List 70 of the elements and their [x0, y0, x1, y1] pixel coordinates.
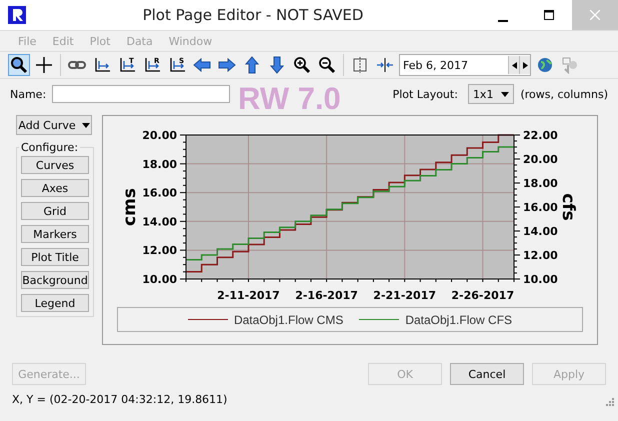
next-button[interactable] — [519, 56, 530, 74]
legend-label: DataObj1.Flow CMS — [234, 312, 344, 326]
axes-icon — [93, 56, 111, 74]
axis-label: 16.00 — [523, 201, 558, 214]
date-field[interactable]: Feb 6, 2017 — [399, 54, 531, 76]
configure-button[interactable]: Markers — [21, 225, 89, 243]
left-triangle-icon — [512, 62, 516, 68]
up-arrow-icon — [243, 56, 261, 74]
axis-label: 14.00 — [523, 225, 558, 238]
axis-label: 20.00 — [523, 153, 558, 166]
configure-button[interactable]: Background — [21, 271, 89, 289]
axis-label: 18.00 — [142, 158, 177, 171]
axis-label: 2-21-2017 — [373, 289, 436, 302]
add-curve-button[interactable]: Add Curve — [16, 115, 92, 135]
configure-button[interactable]: Plot Title — [21, 248, 89, 266]
toolbar-button[interactable] — [316, 54, 338, 76]
down-arrow-icon — [268, 56, 286, 74]
right-arrow-icon — [218, 56, 236, 74]
legend-label: DataObj1.Flow CFS — [405, 312, 512, 326]
dropdown-arrow-icon — [82, 122, 90, 128]
window-title: Plot Page Editor - NOT SAVED — [142, 6, 364, 24]
previous-button[interactable] — [508, 56, 519, 74]
configure-button[interactable]: Curves — [21, 156, 89, 174]
maximize-icon — [544, 10, 554, 20]
toolbar-button[interactable] — [8, 54, 30, 76]
plot-layout-label: Plot Layout: — [392, 88, 458, 100]
toolbar-button[interactable] — [33, 54, 55, 76]
group-title: Configure: — [20, 141, 80, 154]
axis-label: 12.00 — [142, 244, 177, 258]
legend-line-icon — [188, 318, 228, 321]
app-logo-icon — [8, 6, 26, 24]
axis-label: 16.00 — [142, 186, 177, 200]
name-label: Name: — [10, 88, 46, 100]
axis-label: 2-11-2017 — [217, 289, 280, 302]
configure-button[interactable]: Grid — [21, 202, 89, 220]
crosshair-icon — [35, 56, 53, 74]
magnifier-icon — [10, 56, 28, 74]
minimize-icon — [498, 20, 508, 22]
watermark: RW 7.0 — [238, 83, 341, 114]
calendar-pointer-icon — [561, 56, 579, 74]
split-panel-icon — [351, 56, 369, 74]
collapse-arrows-icon — [376, 56, 394, 74]
plot-layout-dropdown[interactable]: 1x1 — [468, 84, 514, 104]
axis-title: cms — [120, 188, 140, 226]
axis-label: 2-16-2017 — [295, 289, 358, 302]
axis-label: 12.00 — [523, 249, 558, 262]
dropdown-arrow-icon — [501, 92, 510, 96]
left-arrow-icon — [193, 56, 211, 74]
axis-label: 2-26-2017 — [451, 289, 514, 302]
zoom-in-icon — [293, 56, 311, 74]
axis-title: cfs — [558, 193, 578, 221]
axis-label: 10.00 — [523, 273, 558, 286]
axis-label: 18.00 — [523, 177, 558, 190]
configure-button[interactable]: Legend — [21, 294, 89, 312]
axis-label: 22.00 — [523, 129, 558, 142]
globe-icon — [537, 57, 553, 73]
zoom-out-icon — [318, 56, 336, 74]
legend-line-icon — [359, 318, 400, 321]
close-icon — [590, 10, 600, 20]
status-text: X, Y = (02-20-2017 04:32:12, 19.8611) — [12, 393, 228, 406]
dialog-button[interactable]: Cancel — [450, 363, 524, 385]
name-field[interactable] — [52, 85, 230, 103]
right-triangle-icon — [522, 62, 528, 68]
axis-label: 14.00 — [142, 215, 177, 228]
toolbar-button[interactable] — [291, 54, 313, 76]
axis-label: 10.00 — [142, 273, 177, 286]
resize-grip-icon — [606, 398, 614, 406]
configure-button[interactable]: Axes — [21, 179, 89, 197]
axis-label: 20.00 — [142, 129, 177, 142]
hint-text: (rows, columns) — [520, 88, 608, 100]
